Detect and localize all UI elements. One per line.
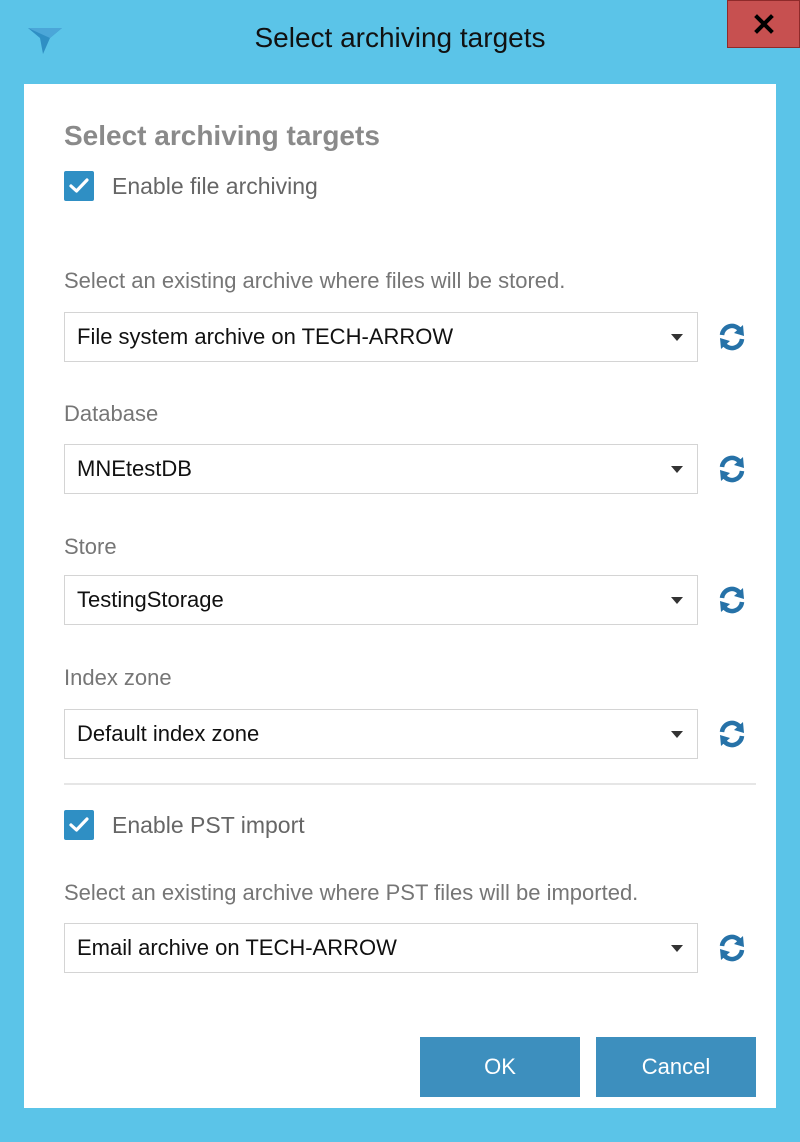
store-value: TestingStorage [77, 587, 224, 612]
refresh-icon[interactable] [716, 453, 748, 485]
close-icon [753, 14, 774, 34]
section-divider [64, 783, 756, 785]
refresh-icon[interactable] [716, 584, 748, 616]
store-select[interactable]: TestingStorage [64, 575, 698, 625]
chevron-down-icon [671, 944, 683, 952]
enable-pst-import-checkbox[interactable]: Enable PST import [64, 810, 305, 840]
checkmark-icon [69, 178, 89, 193]
chevron-down-icon [671, 596, 683, 604]
index-zone-select[interactable]: Default index zone [64, 709, 698, 759]
window-title: Select archiving targets [254, 22, 546, 53]
pst-archive-description: Select an existing archive where PST fil… [64, 880, 639, 905]
database-label: Database [64, 401, 159, 426]
window-bottom-border [0, 1108, 800, 1142]
database-value: MNEtestDB [77, 456, 192, 481]
store-label: Store [64, 534, 117, 559]
dialog-content: Select archiving targets Enable file arc… [24, 84, 776, 1108]
ok-button[interactable]: OK [420, 1037, 580, 1097]
title-bar: Select archiving targets [0, 0, 800, 84]
index-zone-value: Default index zone [77, 721, 260, 746]
chevron-down-icon [671, 465, 683, 473]
pst-import-label: Enable PST import [112, 811, 305, 838]
pst-import-checkbox-box[interactable] [64, 810, 94, 840]
cancel-button[interactable]: Cancel [596, 1037, 756, 1097]
close-button[interactable] [727, 0, 800, 48]
dialog-window: Select archiving targets Select archivin… [0, 0, 800, 1142]
page-title: Select archiving targets [64, 120, 380, 151]
file-archive-description: Select an existing archive where files w… [64, 268, 566, 293]
chevron-down-icon [671, 730, 683, 738]
pst-archive-value: Email archive on TECH-ARROW [77, 935, 397, 960]
refresh-icon[interactable] [716, 932, 748, 964]
pst-archive-select[interactable]: Email archive on TECH-ARROW [64, 923, 698, 973]
checkmark-icon [69, 817, 89, 832]
file-archive-value: File system archive on TECH-ARROW [77, 324, 454, 349]
enable-file-archiving-checkbox[interactable]: Enable file archiving [64, 171, 318, 201]
index-zone-label: Index zone [64, 665, 172, 690]
file-archiving-label: Enable file archiving [112, 172, 318, 199]
database-select[interactable]: MNEtestDB [64, 444, 698, 494]
file-archive-select[interactable]: File system archive on TECH-ARROW [64, 312, 698, 362]
refresh-icon[interactable] [716, 321, 748, 353]
file-archiving-checkbox-box[interactable] [64, 171, 94, 201]
chevron-down-icon [671, 333, 683, 341]
refresh-icon[interactable] [716, 718, 748, 750]
